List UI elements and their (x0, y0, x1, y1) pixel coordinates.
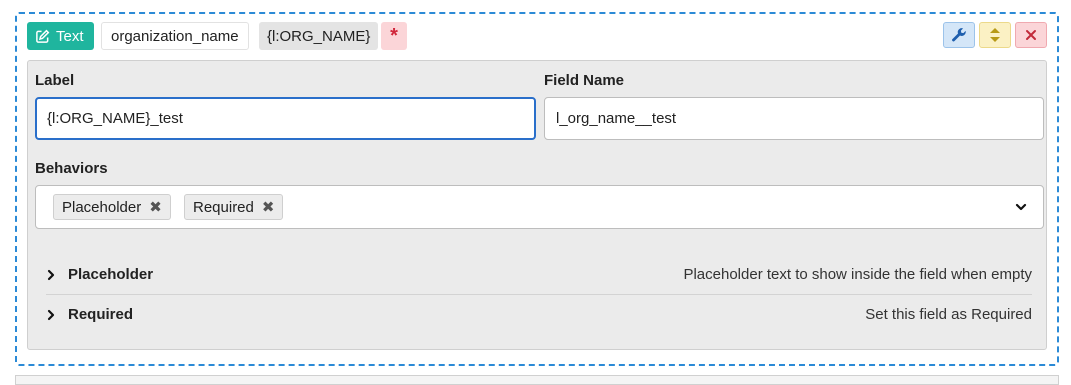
behavior-tag-label: Placeholder (62, 198, 142, 216)
field-header: Text organization_name {l:ORG_NAME} * (27, 22, 1047, 52)
remove-tag-icon[interactable]: ✖ (149, 198, 162, 216)
field-card: Text organization_name {l:ORG_NAME} * La… (15, 12, 1059, 366)
close-icon (1025, 29, 1037, 41)
field-name-input[interactable] (544, 97, 1044, 140)
sort-arrows-icon (989, 27, 1001, 43)
move-button[interactable] (979, 22, 1011, 48)
field-name-title: Field Name (544, 72, 625, 89)
field-type-label: Text (56, 27, 84, 45)
field-settings-panel: Label Field Name Behaviors Placeholder ✖… (27, 60, 1047, 350)
field-name-chip: organization_name (101, 22, 249, 50)
label-title: Label (35, 72, 75, 89)
chevron-right-icon (46, 308, 56, 321)
chevron-down-icon[interactable] (1014, 200, 1028, 214)
behaviors-select[interactable]: Placeholder ✖ Required ✖ (35, 185, 1044, 229)
field-actions (943, 22, 1047, 48)
next-field-card (15, 375, 1059, 385)
accordion-title: Placeholder (68, 265, 154, 283)
accordion-description: Set this field as Required (865, 305, 1032, 323)
accordion-title: Required (68, 305, 134, 323)
behavior-tag-label: Required (193, 198, 254, 216)
behavior-tag: Required ✖ (184, 194, 284, 220)
required-indicator: * (381, 22, 407, 50)
accordion-placeholder[interactable]: Placeholder Placeholder text to show ins… (46, 255, 1032, 293)
label-input[interactable] (35, 97, 536, 140)
accordion-required[interactable]: Required Set this field as Required (46, 295, 1032, 333)
delete-button[interactable] (1015, 22, 1047, 48)
field-label-chip: {l:ORG_NAME} (259, 22, 379, 50)
accordion-description: Placeholder text to show inside the fiel… (683, 265, 1032, 283)
remove-tag-icon[interactable]: ✖ (262, 198, 275, 216)
chevron-right-icon (46, 268, 56, 281)
settings-button[interactable] (943, 22, 975, 48)
edit-icon (35, 29, 50, 44)
field-type-badge[interactable]: Text (27, 22, 94, 50)
behaviors-title: Behaviors (35, 160, 108, 177)
behavior-tag: Placeholder ✖ (53, 194, 171, 220)
wrench-icon (951, 27, 967, 43)
